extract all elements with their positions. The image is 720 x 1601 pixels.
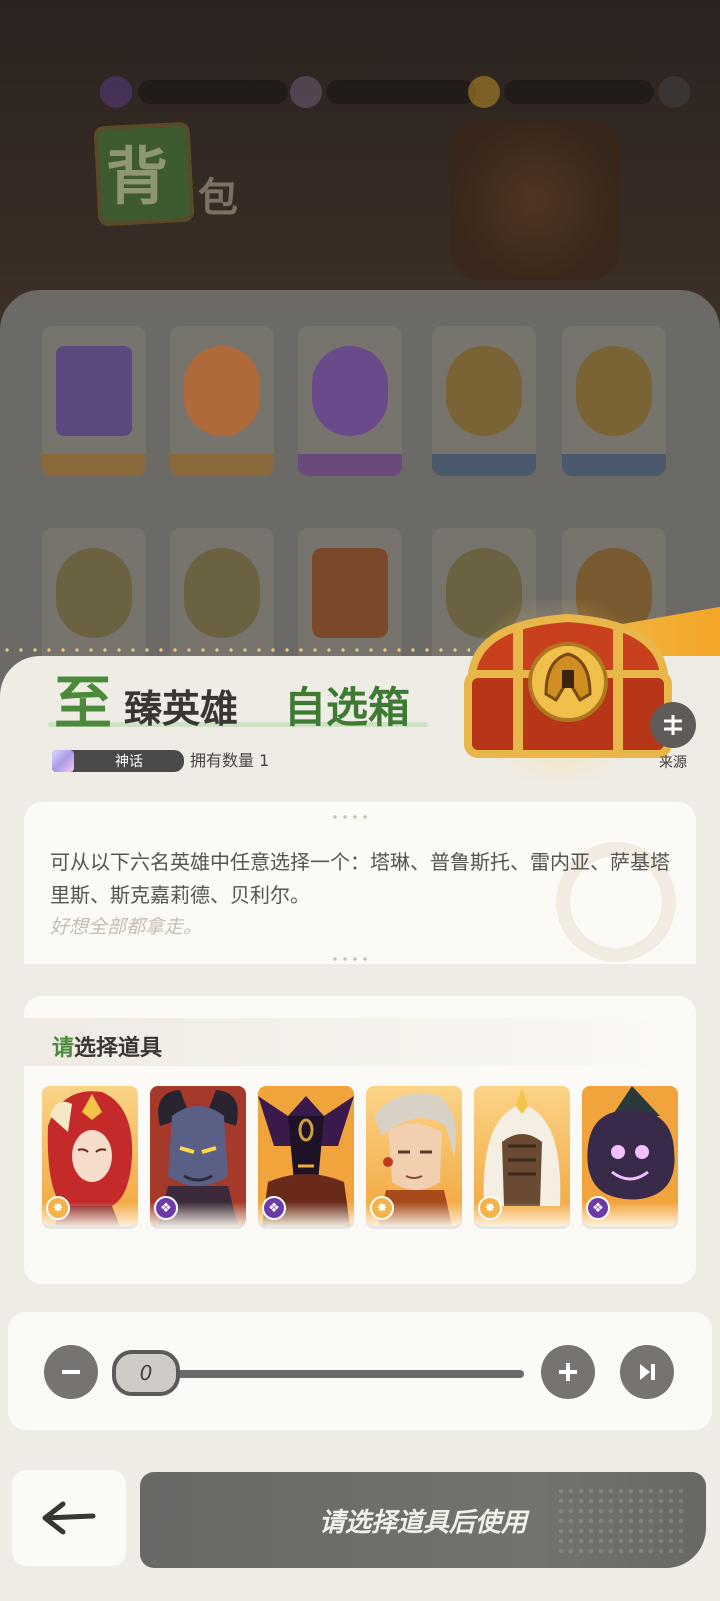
void-faction-icon: ❖ bbox=[154, 1196, 178, 1220]
star-faction-icon: ✸ bbox=[46, 1196, 70, 1220]
plus-button[interactable] bbox=[541, 1345, 595, 1399]
background-chest-art bbox=[450, 120, 620, 280]
background-title: 背 bbox=[106, 140, 169, 213]
background-resource-icon bbox=[468, 76, 500, 108]
source-label: 来源 bbox=[659, 755, 687, 771]
item-flavor-text: 好想全部都拿走。 bbox=[50, 916, 203, 938]
item-title: 至 臻英雄 自选箱 bbox=[44, 656, 464, 737]
max-button[interactable] bbox=[620, 1345, 674, 1399]
background-resource bbox=[138, 80, 288, 104]
item-description: 可从以下六名英雄中任意选择一个：塔琳、普鲁斯托、雷内亚、萨基塔里斯、斯克嘉莉德、… bbox=[50, 850, 670, 907]
select-item-title: 请选择道具 bbox=[52, 1030, 162, 1062]
background-title-sub: 包 bbox=[198, 175, 238, 221]
back-button[interactable] bbox=[12, 1470, 126, 1566]
back-arrow-icon bbox=[42, 1501, 96, 1535]
hero-option[interactable]: ✸ bbox=[474, 1086, 570, 1226]
background-item bbox=[42, 326, 146, 476]
use-item-button[interactable]: 请选择道具后使用 bbox=[140, 1472, 706, 1568]
use-item-label: 请选择道具后使用 bbox=[318, 1507, 527, 1538]
void-faction-icon: ❖ bbox=[262, 1196, 286, 1220]
background-resource-icon bbox=[290, 76, 322, 108]
hero-choice-list: ✸ ❖ ❖ ✸ ✸ ❖ bbox=[42, 1086, 692, 1236]
minus-icon bbox=[62, 1370, 80, 1374]
select-title-rest: 选择道具 bbox=[74, 1036, 163, 1061]
item-title-middle: 臻英雄 bbox=[124, 686, 239, 731]
hero-option[interactable]: ✸ bbox=[42, 1086, 138, 1226]
mythic-gem-icon bbox=[52, 750, 74, 772]
owned-count: 拥有数量 1 bbox=[190, 751, 270, 770]
background-resource bbox=[504, 80, 654, 104]
background-item bbox=[562, 326, 666, 476]
background-item bbox=[298, 326, 402, 476]
button-pattern bbox=[556, 1486, 686, 1556]
background-item bbox=[170, 326, 274, 476]
item-title-first-char: 至 bbox=[54, 669, 113, 737]
decor-dots bbox=[330, 814, 370, 820]
item-title-green: 自选箱 bbox=[284, 683, 411, 732]
star-faction-icon: ✸ bbox=[478, 1196, 502, 1220]
background-profile-icon bbox=[658, 76, 690, 108]
quantity-slider-track[interactable] bbox=[168, 1370, 524, 1378]
background-item bbox=[432, 326, 536, 476]
decor-dots bbox=[0, 646, 470, 654]
hero-option[interactable]: ✸ bbox=[366, 1086, 462, 1226]
hero-option[interactable]: ❖ bbox=[150, 1086, 246, 1226]
decor-dots bbox=[330, 956, 370, 962]
treasure-chest-icon bbox=[464, 613, 672, 758]
void-faction-icon: ❖ bbox=[586, 1196, 610, 1220]
skip-to-max-icon bbox=[640, 1364, 655, 1380]
background-resource bbox=[326, 80, 476, 104]
rarity-badge: 神话 bbox=[52, 750, 184, 772]
background-resource-bar bbox=[100, 72, 700, 112]
rarity-label: 神话 bbox=[115, 754, 143, 770]
star-faction-icon: ✸ bbox=[370, 1196, 394, 1220]
select-title-highlight: 请 bbox=[52, 1036, 75, 1061]
source-icon[interactable] bbox=[650, 702, 696, 748]
description-card: 可从以下六名英雄中任意选择一个：塔琳、普鲁斯托、雷内亚、萨基塔里斯、斯克嘉莉德、… bbox=[24, 802, 696, 964]
select-item-card: 请选择道具 ✸ ❖ ❖ ✸ ✸ ❖ bbox=[24, 996, 696, 1284]
hero-option[interactable]: ❖ bbox=[258, 1086, 354, 1226]
hero-option[interactable]: ❖ bbox=[582, 1086, 678, 1226]
minus-button[interactable] bbox=[44, 1345, 98, 1399]
quantity-slider-knob[interactable]: 0 bbox=[112, 1350, 180, 1396]
plus-icon bbox=[559, 1363, 577, 1381]
background-resource-icon bbox=[100, 76, 132, 108]
